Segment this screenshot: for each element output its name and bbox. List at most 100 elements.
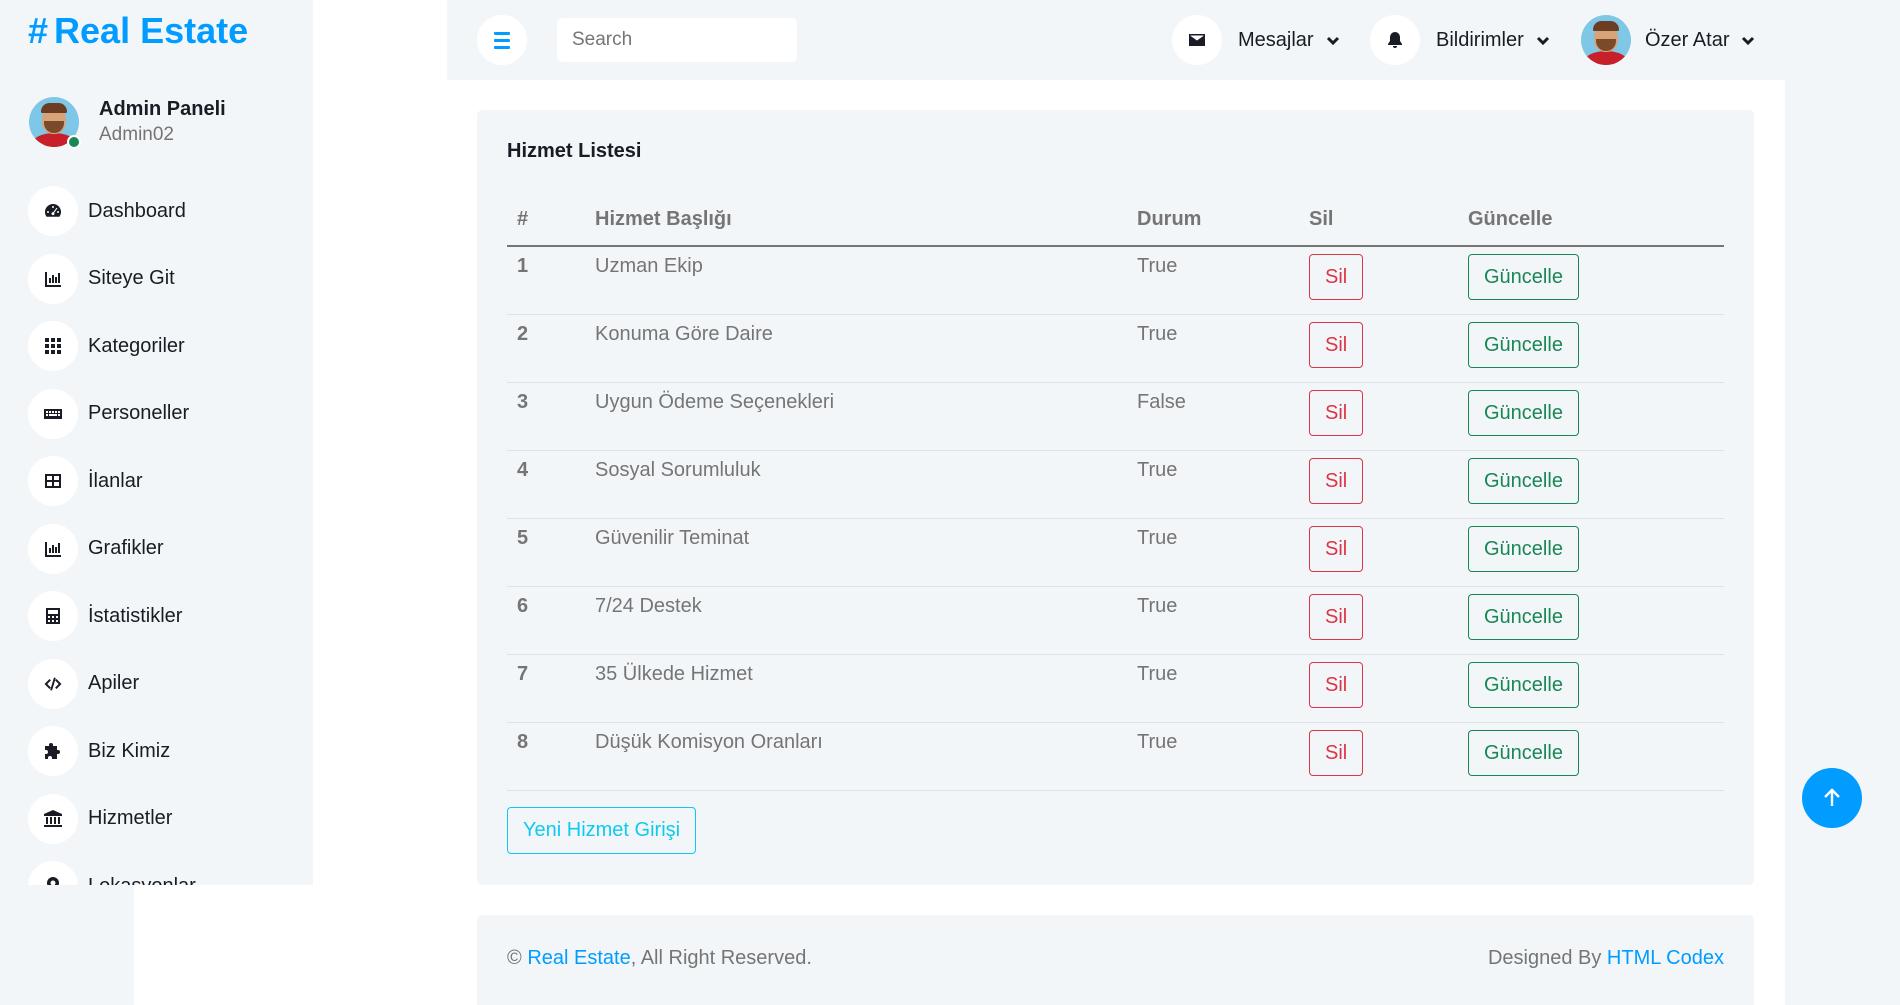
messages-label: Mesajlar: [1238, 28, 1314, 51]
sidebar-item-personeller[interactable]: Personeller: [28, 388, 196, 439]
delete-button[interactable]: Sil: [1309, 389, 1364, 436]
table-row: 5 Güvenilir Teminat True Sil Güncelle: [507, 518, 1724, 587]
row-status: True: [1127, 654, 1299, 723]
row-status: True: [1127, 722, 1299, 791]
sidebar-item-kategoriler[interactable]: Kategoriler: [28, 321, 196, 371]
delete-button[interactable]: Sil: [1309, 729, 1364, 776]
sidebar-item-istatistikler[interactable]: İstatistikler: [28, 591, 196, 641]
table-row: 1 Uzman Ekip True Sil Güncelle: [507, 246, 1724, 315]
designed-by-text: Designed By: [1487, 947, 1602, 969]
copyright-symbol: ©: [507, 947, 522, 969]
chart-bar-icon: [28, 523, 78, 574]
sidebar-item-label: İstatistikler: [88, 604, 183, 627]
update-button[interactable]: Güncelle: [1468, 254, 1579, 300]
row-num: 2: [507, 314, 585, 383]
keyboard-icon: [28, 388, 78, 439]
row-num: 8: [507, 722, 585, 791]
row-status: True: [1127, 314, 1299, 383]
header-delete: Sil: [1299, 194, 1458, 247]
header-title: Hizmet Başlığı: [585, 194, 1127, 247]
row-status: False: [1127, 382, 1299, 451]
search-input[interactable]: [557, 18, 797, 62]
messages-dropdown[interactable]: Mesajlar: [1172, 15, 1340, 65]
sidebar-item-label: Lokasyonlar: [88, 875, 196, 886]
sidebar-item-lokasyonlar[interactable]: Lokasyonlar: [28, 861, 196, 885]
row-delete-cell: Sil: [1299, 518, 1458, 587]
notifications-label: Bildirimler: [1436, 28, 1524, 51]
row-delete-cell: Sil: [1299, 314, 1458, 383]
sidebar-item-siteye-git[interactable]: Siteye Git: [28, 253, 196, 304]
header-num: #: [507, 194, 585, 247]
table-header-row: # Hizmet Başlığı Durum Sil Güncelle: [507, 194, 1724, 247]
update-button[interactable]: Güncelle: [1468, 661, 1579, 708]
sidebar-item-apiler[interactable]: Apiler: [28, 658, 196, 709]
sidebar-item-label: Siteye Git: [88, 267, 175, 289]
row-num: 4: [507, 450, 585, 519]
update-button[interactable]: Güncelle: [1468, 729, 1579, 776]
page-background-right: [1785, 0, 1900, 1005]
delete-button[interactable]: Sil: [1309, 457, 1364, 504]
row-num: 3: [507, 382, 585, 451]
header-status: Durum: [1127, 194, 1299, 247]
sidebar-item-grafikler[interactable]: Grafikler: [28, 523, 196, 574]
profile-role: Admin02: [99, 124, 174, 145]
update-button[interactable]: Güncelle: [1468, 321, 1579, 368]
update-button[interactable]: Güncelle: [1468, 389, 1579, 436]
user-dropdown[interactable]: Özer Atar: [1581, 15, 1755, 65]
table-row: 3 Uygun Ödeme Seçenekleri False Sil Güncelle: [507, 382, 1724, 451]
sidebar-item-label: Dashboard: [88, 199, 186, 222]
service-list-card: Hizmet Listesi # Hizmet Başlığı Durum Si…: [477, 110, 1754, 885]
card-title: Hizmet Listesi: [507, 140, 642, 162]
footer-credits: Designed By HTML Codex: [1488, 947, 1724, 970]
update-button[interactable]: Güncelle: [1468, 457, 1579, 504]
row-title: Konuma Göre Daire: [585, 314, 1127, 383]
table-row: 7 35 Ülkede Hizmet True Sil Güncelle: [507, 654, 1724, 723]
row-update-cell: Güncelle: [1458, 246, 1724, 315]
brand-logo[interactable]: # Real Estate: [28, 10, 248, 52]
bell-icon: [1370, 15, 1420, 65]
sidebar: # Real Estate Admin Paneli Admin02 Dashbo…: [0, 0, 313, 885]
designer-link[interactable]: HTML Codex: [1607, 947, 1724, 969]
sidebar-item-dashboard[interactable]: Dashboard: [28, 186, 196, 236]
row-title: Uygun Ödeme Seçenekleri: [585, 382, 1127, 451]
new-service-button[interactable]: Yeni Hizmet Girişi: [507, 807, 697, 854]
delete-button[interactable]: Sil: [1309, 254, 1364, 300]
sidebar-item-label: İlanlar: [88, 469, 143, 492]
row-update-cell: Güncelle: [1458, 518, 1724, 587]
footer-copyright: © Real Estate, All Right Reserved.: [507, 947, 812, 970]
brand-name: Real Estate: [54, 10, 249, 51]
delete-button[interactable]: Sil: [1309, 525, 1364, 572]
row-title: Sosyal Sorumluluk: [585, 450, 1127, 519]
row-update-cell: Güncelle: [1458, 654, 1724, 723]
footer-brand-link[interactable]: Real Estate: [527, 947, 630, 969]
delete-button[interactable]: Sil: [1309, 593, 1364, 640]
map-pin-icon: [28, 861, 78, 885]
notifications-dropdown[interactable]: Bildirimler: [1370, 15, 1550, 65]
row-delete-cell: Sil: [1299, 722, 1458, 791]
avatar: [1581, 15, 1631, 65]
sidebar-item-label: Kategoriler: [88, 334, 185, 357]
back-to-top-button[interactable]: [1802, 768, 1862, 828]
grid-icon: [28, 321, 78, 371]
sidebar-item-label: Grafikler: [88, 537, 164, 559]
table-row: 8 Düşük Komisyon Oranları True Sil Güncelle: [507, 722, 1724, 791]
row-num: 1: [507, 246, 585, 315]
sidebar-item-biz-kimiz[interactable]: Biz Kimiz: [28, 726, 196, 776]
admin-profile: Admin Paneli Admin02: [29, 96, 226, 149]
bank-icon: [28, 793, 78, 844]
row-update-cell: Güncelle: [1458, 722, 1724, 791]
row-num: 6: [507, 586, 585, 655]
delete-button[interactable]: Sil: [1309, 661, 1364, 708]
sidebar-toggle-button[interactable]: [477, 15, 527, 65]
update-button[interactable]: Güncelle: [1468, 525, 1579, 572]
row-delete-cell: Sil: [1299, 654, 1458, 723]
sidebar-item-ilanlar[interactable]: İlanlar: [28, 456, 196, 506]
sidebar-item-label: Biz Kimiz: [88, 739, 171, 762]
sidebar-item-hizmetler[interactable]: Hizmetler: [28, 793, 196, 844]
user-name: Özer Atar: [1645, 28, 1730, 51]
delete-button[interactable]: Sil: [1309, 321, 1364, 368]
row-title: 7/24 Destek: [585, 586, 1127, 655]
online-status-dot: [67, 135, 81, 149]
update-button[interactable]: Güncelle: [1468, 593, 1579, 640]
row-delete-cell: Sil: [1299, 450, 1458, 519]
